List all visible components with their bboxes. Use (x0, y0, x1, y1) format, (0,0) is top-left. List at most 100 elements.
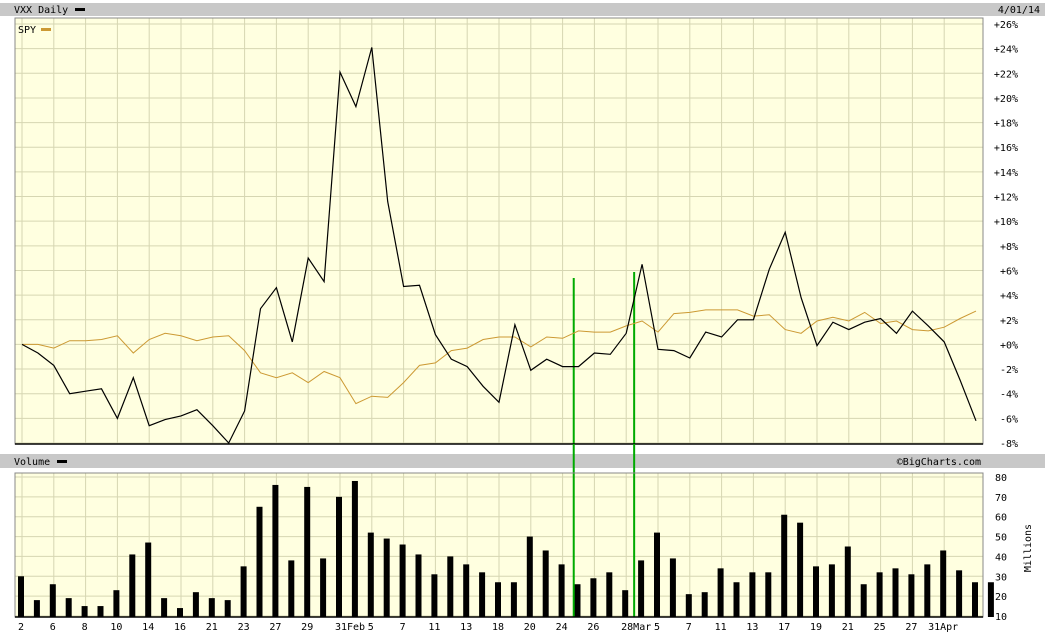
chart-title: VXX Daily (14, 5, 68, 16)
x-tick-label: 25 (874, 622, 886, 633)
volume-bar (876, 572, 883, 617)
vxx-legend-swatch (75, 8, 85, 11)
volume-bar (717, 568, 724, 617)
volume-bar (622, 590, 629, 617)
volume-bar (940, 550, 947, 617)
vxx-chart: VXX Daily 4/01/14 SPY +26% +24% +22% +20% +1… (0, 3, 1045, 633)
volume-bar (304, 486, 311, 617)
x-tick-label: 2 (18, 622, 24, 633)
price-y-tick-label: +16% (994, 143, 1018, 154)
x-tick-label: 28Mar (621, 622, 651, 633)
x-tick-label: 26 (587, 622, 599, 633)
price-y-tick-label: +8% (1000, 242, 1018, 253)
x-tick-label: 16 (174, 622, 186, 633)
x-tick-label: 17 (778, 622, 790, 633)
price-y-tick-label: -6% (1000, 414, 1018, 425)
volume-bar (860, 584, 867, 617)
volume-y-tick-label: 30 (995, 572, 1007, 583)
x-tick-label: 18 (492, 622, 504, 633)
x-tick-label: 31Feb (335, 622, 365, 633)
volume-bar (892, 568, 899, 617)
x-tick-label: 10 (110, 622, 122, 633)
x-tick-label: 23 (238, 622, 250, 633)
x-tick-label: 27 (905, 622, 917, 633)
volume-bar (415, 554, 422, 617)
x-tick-label: 13 (460, 622, 472, 633)
x-tick-label: 31Apr (928, 622, 958, 633)
volume-y-tick-label: 40 (995, 552, 1007, 563)
volume-bar (685, 594, 692, 617)
price-y-tick-label: +2% (1000, 316, 1018, 327)
volume-bar (654, 532, 660, 617)
price-y-tick-label: -2% (1000, 365, 1018, 376)
volume-bar (797, 522, 804, 617)
price-y-tick-label: +26% (994, 20, 1018, 31)
volume-bar (320, 558, 327, 617)
volume-bar (972, 582, 978, 617)
price-y-tick-label: -4% (1000, 390, 1018, 401)
x-tick-label: 13 (746, 622, 758, 633)
volume-bar (161, 598, 168, 617)
x-tick-label: 5 (368, 622, 374, 633)
price-y-tick-label: -8% (1000, 439, 1018, 450)
price-y-tick-label: +20% (994, 94, 1018, 105)
volume-y-tick-label: 10 (995, 612, 1007, 623)
volume-bar (749, 572, 756, 617)
price-y-tick-label: +6% (1000, 266, 1018, 277)
x-tick-label: 27 (269, 622, 281, 633)
volume-bar (240, 566, 247, 617)
x-tick-label: 11 (428, 622, 440, 633)
volume-bar (65, 598, 72, 617)
volume-bar (49, 584, 56, 617)
volume-bar (733, 582, 740, 617)
volume-bar (844, 546, 851, 617)
spy-legend-swatch (41, 28, 51, 31)
x-tick-label: 7 (400, 622, 406, 633)
volume-bar (908, 574, 915, 617)
volume-bar (987, 582, 994, 617)
price-y-tick-label: +10% (994, 217, 1018, 228)
price-y-tick-label: +4% (1000, 291, 1018, 302)
volume-bar (81, 606, 88, 617)
volume-bar (956, 570, 963, 617)
x-tick-label: 11 (715, 622, 727, 633)
chart-date: 4/01/14 (998, 5, 1040, 16)
x-tick-label: 21 (842, 622, 854, 633)
x-tick-label: 7 (686, 622, 692, 633)
price-y-tick-label: +14% (994, 168, 1018, 179)
volume-bar (288, 560, 295, 617)
volume-bar (669, 558, 676, 617)
x-tick-label: 21 (206, 622, 218, 633)
volume-bar (828, 564, 835, 617)
volume-bar (399, 544, 406, 617)
volume-bar (924, 564, 931, 617)
volume-bar (558, 564, 565, 617)
price-y-tick-label: +24% (994, 45, 1018, 56)
price-y-tick-label: +0% (1000, 340, 1018, 351)
spy-legend-label: SPY (18, 25, 36, 36)
volume-bar (18, 576, 24, 617)
volume-bar (208, 598, 215, 617)
x-tick-label: 6 (50, 622, 56, 633)
volume-bar (224, 600, 231, 617)
volume-bar (177, 608, 183, 617)
volume-bar (813, 566, 819, 617)
volume-bar (479, 572, 486, 617)
volume-y-tick-label: 60 (995, 513, 1007, 524)
x-tick-label: 29 (301, 622, 313, 633)
volume-bar (272, 484, 279, 617)
volume-bar (463, 564, 470, 617)
x-tick-label: 19 (810, 622, 822, 633)
volume-bar (129, 554, 136, 617)
price-y-tick-label: +12% (994, 193, 1018, 204)
volume-bar (701, 592, 708, 617)
volume-bar (336, 496, 342, 617)
x-tick-label: 14 (142, 622, 154, 633)
volume-bar (351, 480, 358, 617)
volume-bar (367, 532, 374, 617)
volume-bar (447, 556, 454, 617)
volume-bar (574, 584, 581, 617)
volume-bar (33, 600, 40, 617)
x-tick-label: 5 (654, 622, 660, 633)
watermark: ©BigCharts.com (897, 457, 981, 468)
